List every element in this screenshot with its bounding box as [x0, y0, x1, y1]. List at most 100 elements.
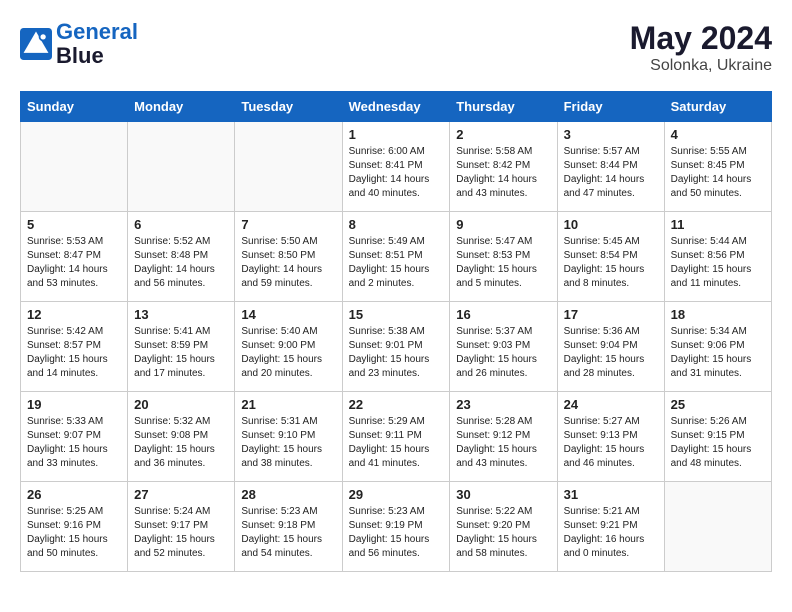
day-number: 22	[349, 397, 444, 412]
day-number: 16	[456, 307, 550, 322]
table-row: 3Sunrise: 5:57 AM Sunset: 8:44 PM Daylig…	[557, 122, 664, 212]
page-header: GeneralBlue May 2024 Solonka, Ukraine	[20, 20, 772, 75]
day-info: Sunrise: 5:40 AM Sunset: 9:00 PM Dayligh…	[241, 325, 335, 381]
table-row: 23Sunrise: 5:28 AM Sunset: 9:12 PM Dayli…	[450, 392, 557, 482]
day-number: 3	[564, 127, 658, 142]
day-info: Sunrise: 5:52 AM Sunset: 8:48 PM Dayligh…	[134, 235, 228, 291]
day-info: Sunrise: 5:22 AM Sunset: 9:20 PM Dayligh…	[456, 505, 550, 561]
day-info: Sunrise: 5:29 AM Sunset: 9:11 PM Dayligh…	[349, 415, 444, 471]
day-info: Sunrise: 5:34 AM Sunset: 9:06 PM Dayligh…	[671, 325, 765, 381]
day-number: 11	[671, 217, 765, 232]
table-row	[21, 122, 128, 212]
day-number: 14	[241, 307, 335, 322]
table-row: 6 Sunrise: 5:52 AM Sunset: 8:48 PM Daylig…	[128, 212, 235, 302]
logo: GeneralBlue	[20, 20, 138, 68]
table-row: 11Sunrise: 5:44 AM Sunset: 8:56 PM Dayli…	[664, 212, 771, 302]
table-row: 18Sunrise: 5:34 AM Sunset: 9:06 PM Dayli…	[664, 302, 771, 392]
day-info: Sunrise: 5:53 AM Sunset: 8:47 PM Dayligh…	[27, 235, 121, 291]
table-row: 8 Sunrise: 5:49 AM Sunset: 8:51 PM Daylig…	[342, 212, 450, 302]
table-row: 9 Sunrise: 5:47 AM Sunset: 8:53 PM Daylig…	[450, 212, 557, 302]
day-info: Sunrise: 5:36 AM Sunset: 9:04 PM Dayligh…	[564, 325, 658, 381]
day-number: 27	[134, 487, 228, 502]
table-row	[664, 482, 771, 572]
table-row: 12 Sunrise: 5:42 AM Sunset: 8:57 PM Dayli…	[21, 302, 128, 392]
table-row: 25 Sunrise: 5:26 AM Sunset: 9:15 PM Dayli…	[664, 392, 771, 482]
day-number: 28	[241, 487, 335, 502]
table-row: 4Sunrise: 5:55 AM Sunset: 8:45 PM Daylig…	[664, 122, 771, 212]
day-number: 7	[241, 217, 335, 232]
day-number: 25	[671, 397, 765, 412]
location: Solonka, Ukraine	[630, 57, 772, 75]
logo-icon	[20, 28, 52, 60]
day-info: Sunrise: 5:47 AM Sunset: 8:53 PM Dayligh…	[456, 235, 550, 291]
day-number: 19	[27, 397, 121, 412]
day-number: 17	[564, 307, 658, 322]
table-row: 20 Sunrise: 5:32 AM Sunset: 9:08 PM Dayli…	[128, 392, 235, 482]
calendar-header-row: Sunday Monday Tuesday Wednesday Thursday…	[21, 92, 772, 122]
day-info: Sunrise: 5:26 AM Sunset: 9:15 PM Dayligh…	[671, 415, 765, 471]
day-info: Sunrise: 5:42 AM Sunset: 8:57 PM Dayligh…	[27, 325, 121, 381]
month-year: May 2024	[630, 20, 772, 57]
col-tuesday: Tuesday	[235, 92, 342, 122]
table-row: 5 Sunrise: 5:53 AM Sunset: 8:47 PM Daylig…	[21, 212, 128, 302]
calendar-week-row: 5 Sunrise: 5:53 AM Sunset: 8:47 PM Daylig…	[21, 212, 772, 302]
table-row: 26 Sunrise: 5:25 AM Sunset: 9:16 PM Dayli…	[21, 482, 128, 572]
col-sunday: Sunday	[21, 92, 128, 122]
day-number: 13	[134, 307, 228, 322]
day-info: Sunrise: 5:37 AM Sunset: 9:03 PM Dayligh…	[456, 325, 550, 381]
day-number: 12	[27, 307, 121, 322]
day-number: 24	[564, 397, 658, 412]
table-row: 13 Sunrise: 5:41 AM Sunset: 8:59 PM Dayli…	[128, 302, 235, 392]
day-info: Sunrise: 5:28 AM Sunset: 9:12 PM Dayligh…	[456, 415, 550, 471]
day-info: Sunrise: 5:32 AM Sunset: 9:08 PM Dayligh…	[134, 415, 228, 471]
day-number: 10	[564, 217, 658, 232]
day-info: Sunrise: 6:00 AM Sunset: 8:41 PM Dayligh…	[349, 145, 444, 201]
table-row: 14 Sunrise: 5:40 AM Sunset: 9:00 PM Dayli…	[235, 302, 342, 392]
table-row: 1 Sunrise: 6:00 AM Sunset: 8:41 PM Daylig…	[342, 122, 450, 212]
table-row: 16 Sunrise: 5:37 AM Sunset: 9:03 PM Dayli…	[450, 302, 557, 392]
day-number: 9	[456, 217, 550, 232]
table-row: 19 Sunrise: 5:33 AM Sunset: 9:07 PM Dayli…	[21, 392, 128, 482]
table-row	[235, 122, 342, 212]
table-row: 22 Sunrise: 5:29 AM Sunset: 9:11 PM Dayli…	[342, 392, 450, 482]
calendar-week-row: 1 Sunrise: 6:00 AM Sunset: 8:41 PM Daylig…	[21, 122, 772, 212]
day-number: 21	[241, 397, 335, 412]
day-number: 6	[134, 217, 228, 232]
day-info: Sunrise: 5:23 AM Sunset: 9:18 PM Dayligh…	[241, 505, 335, 561]
day-info: Sunrise: 5:21 AM Sunset: 9:21 PM Dayligh…	[564, 505, 658, 561]
day-number: 15	[349, 307, 444, 322]
table-row: 30 Sunrise: 5:22 AM Sunset: 9:20 PM Dayli…	[450, 482, 557, 572]
day-info: Sunrise: 5:58 AM Sunset: 8:42 PM Dayligh…	[456, 145, 550, 201]
table-row: 28 Sunrise: 5:23 AM Sunset: 9:18 PM Dayli…	[235, 482, 342, 572]
calendar: Sunday Monday Tuesday Wednesday Thursday…	[20, 91, 772, 572]
day-info: Sunrise: 5:49 AM Sunset: 8:51 PM Dayligh…	[349, 235, 444, 291]
table-row: 29 Sunrise: 5:23 AM Sunset: 9:19 PM Dayli…	[342, 482, 450, 572]
day-number: 20	[134, 397, 228, 412]
table-row: 7 Sunrise: 5:50 AM Sunset: 8:50 PM Daylig…	[235, 212, 342, 302]
day-number: 8	[349, 217, 444, 232]
day-info: Sunrise: 5:25 AM Sunset: 9:16 PM Dayligh…	[27, 505, 121, 561]
table-row: 27 Sunrise: 5:24 AM Sunset: 9:17 PM Dayli…	[128, 482, 235, 572]
day-info: Sunrise: 5:50 AM Sunset: 8:50 PM Dayligh…	[241, 235, 335, 291]
logo-text: GeneralBlue	[56, 20, 138, 68]
calendar-week-row: 19 Sunrise: 5:33 AM Sunset: 9:07 PM Dayli…	[21, 392, 772, 482]
day-number: 26	[27, 487, 121, 502]
day-number: 1	[349, 127, 444, 142]
table-row: 15 Sunrise: 5:38 AM Sunset: 9:01 PM Dayli…	[342, 302, 450, 392]
col-monday: Monday	[128, 92, 235, 122]
day-number: 5	[27, 217, 121, 232]
day-number: 2	[456, 127, 550, 142]
day-number: 31	[564, 487, 658, 502]
col-thursday: Thursday	[450, 92, 557, 122]
day-number: 30	[456, 487, 550, 502]
table-row: 10Sunrise: 5:45 AM Sunset: 8:54 PM Dayli…	[557, 212, 664, 302]
day-info: Sunrise: 5:33 AM Sunset: 9:07 PM Dayligh…	[27, 415, 121, 471]
day-info: Sunrise: 5:23 AM Sunset: 9:19 PM Dayligh…	[349, 505, 444, 561]
day-info: Sunrise: 5:38 AM Sunset: 9:01 PM Dayligh…	[349, 325, 444, 381]
day-info: Sunrise: 5:31 AM Sunset: 9:10 PM Dayligh…	[241, 415, 335, 471]
day-number: 29	[349, 487, 444, 502]
table-row	[128, 122, 235, 212]
table-row: 17 Sunrise: 5:36 AM Sunset: 9:04 PM Dayli…	[557, 302, 664, 392]
day-info: Sunrise: 5:41 AM Sunset: 8:59 PM Dayligh…	[134, 325, 228, 381]
day-info: Sunrise: 5:24 AM Sunset: 9:17 PM Dayligh…	[134, 505, 228, 561]
